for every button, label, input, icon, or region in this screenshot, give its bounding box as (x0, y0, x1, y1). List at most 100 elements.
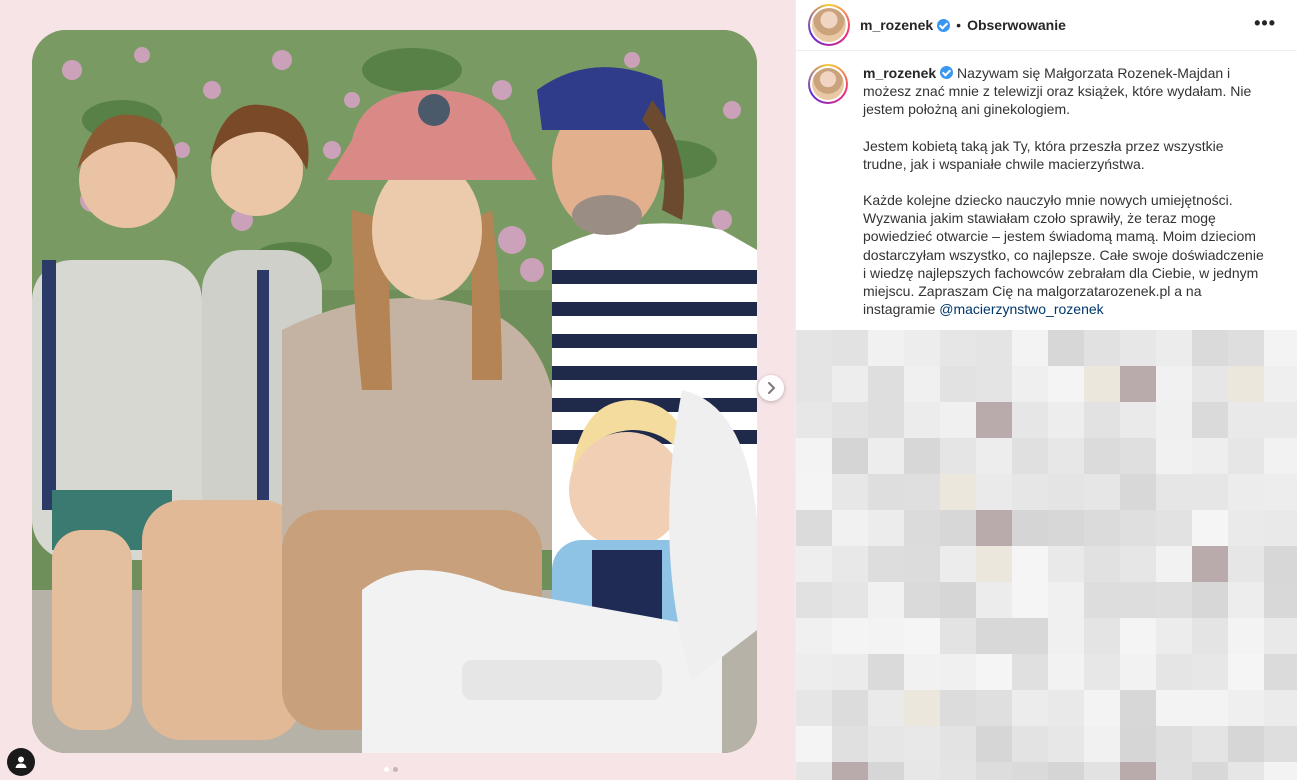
blur-pixel (1228, 438, 1264, 474)
blur-pixel (976, 690, 1012, 726)
blur-pixel (1012, 510, 1048, 546)
blur-pixel (832, 582, 868, 618)
family-photo-illustration (32, 30, 757, 753)
blur-pixel (1156, 726, 1192, 762)
more-options-icon[interactable]: ••• (1254, 13, 1276, 34)
blur-pixel (904, 402, 940, 438)
blur-pixel (976, 726, 1012, 762)
blur-pixel (832, 438, 868, 474)
blur-pixel (976, 438, 1012, 474)
separator-dot: • (956, 17, 962, 33)
blur-pixel (1156, 762, 1192, 780)
blur-pixel (796, 762, 832, 780)
caption-avatar[interactable] (808, 64, 848, 104)
blur-pixel (832, 510, 868, 546)
blur-pixel (868, 510, 904, 546)
blur-pixel (1264, 618, 1297, 654)
blur-pixel (1156, 582, 1192, 618)
blur-pixel (832, 690, 868, 726)
blur-pixel (1156, 510, 1192, 546)
blur-pixel (832, 402, 868, 438)
blur-pixel (1120, 654, 1156, 690)
post-photo[interactable] (32, 30, 757, 753)
carousel-indicator (384, 767, 398, 772)
blur-pixel (1192, 618, 1228, 654)
blur-pixel (976, 546, 1012, 582)
blur-pixel (1192, 438, 1228, 474)
blur-pixel (1264, 510, 1297, 546)
blur-pixel (868, 654, 904, 690)
blur-pixel (1120, 582, 1156, 618)
blur-pixel (1048, 510, 1084, 546)
blur-pixel (1156, 330, 1192, 366)
blur-pixel (1012, 618, 1048, 654)
blur-pixel (904, 546, 940, 582)
avatar[interactable] (808, 4, 850, 46)
carousel-next-button[interactable] (758, 375, 784, 401)
blur-pixel (976, 618, 1012, 654)
blur-pixel (1048, 618, 1084, 654)
blur-pixel (1192, 582, 1228, 618)
blur-pixel (1264, 402, 1297, 438)
blur-pixel (1084, 762, 1120, 780)
blur-pixel (1012, 690, 1048, 726)
blur-pixel (904, 618, 940, 654)
blur-pixel (976, 510, 1012, 546)
blur-pixel (976, 582, 1012, 618)
blur-pixel (796, 438, 832, 474)
blur-pixel (904, 726, 940, 762)
user-tag-icon (15, 756, 27, 768)
blur-pixel (904, 582, 940, 618)
blur-pixel (1120, 546, 1156, 582)
user-tags-button[interactable] (7, 748, 35, 776)
blur-pixel (796, 510, 832, 546)
blur-pixel (1264, 762, 1297, 780)
blur-pixel (1264, 726, 1297, 762)
blur-pixel (1228, 726, 1264, 762)
blur-pixel (796, 690, 832, 726)
post-author-username[interactable]: m_rozenek (860, 17, 933, 33)
blur-pixel (1120, 618, 1156, 654)
blur-pixel (796, 402, 832, 438)
blur-pixel (1048, 726, 1084, 762)
blur-pixel (1228, 762, 1264, 780)
following-button[interactable]: Obserwowanie (967, 17, 1066, 33)
blur-pixel (1012, 474, 1048, 510)
blur-pixel (832, 330, 868, 366)
blur-pixel (1228, 402, 1264, 438)
blur-pixel (940, 654, 976, 690)
blur-pixel (832, 618, 868, 654)
pixelated-blur (796, 330, 1297, 780)
blur-pixel (940, 546, 976, 582)
blur-pixel (1084, 690, 1120, 726)
pixelated-comments-area (796, 330, 1297, 780)
blur-pixel (796, 474, 832, 510)
post-caption: m_rozenek Nazywam się Małgorzata Rozenek… (808, 64, 1288, 318)
mention-link[interactable]: @macierzynstwo_rozenek (939, 301, 1103, 317)
blur-pixel (1264, 366, 1297, 402)
blur-pixel (1192, 474, 1228, 510)
blur-pixel (868, 618, 904, 654)
blur-pixel (868, 762, 904, 780)
blur-pixel (832, 366, 868, 402)
blur-pixel (976, 330, 1012, 366)
blur-pixel (1264, 546, 1297, 582)
blur-pixel (940, 726, 976, 762)
blur-pixel (976, 654, 1012, 690)
blur-pixel (1228, 654, 1264, 690)
blur-pixel (940, 690, 976, 726)
post-header: m_rozenek • Obserwowanie ••• (796, 0, 1297, 51)
blur-pixel (1264, 654, 1297, 690)
caption-username[interactable]: m_rozenek (863, 65, 936, 81)
blur-pixel (1192, 330, 1228, 366)
blur-pixel (1228, 330, 1264, 366)
blur-pixel (1228, 618, 1264, 654)
blur-pixel (940, 366, 976, 402)
blur-pixel (1012, 402, 1048, 438)
blur-pixel (1084, 618, 1120, 654)
caption-text: m_rozenek Nazywam się Małgorzata Rozenek… (863, 64, 1268, 318)
blur-pixel (1048, 582, 1084, 618)
blur-pixel (832, 726, 868, 762)
blur-pixel (1156, 438, 1192, 474)
caption-paragraph-3-text: Każde kolejne dziecko nauczyło mnie nowy… (863, 192, 1264, 318)
